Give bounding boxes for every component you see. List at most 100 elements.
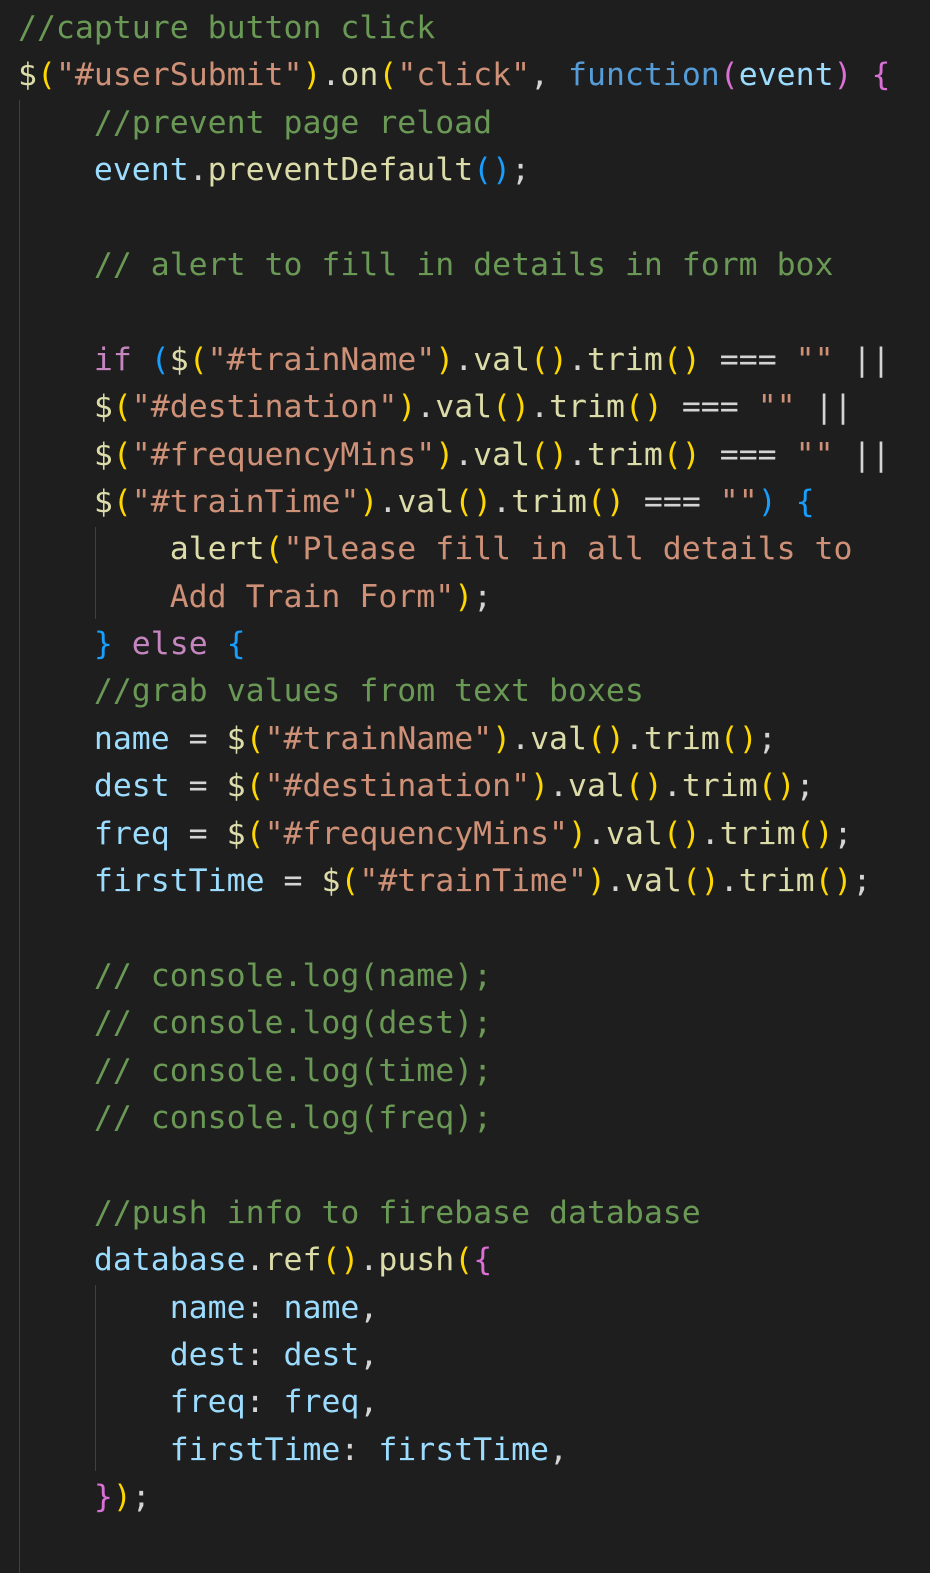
code-token: . [530, 389, 550, 426]
code-token: "" [795, 436, 834, 473]
code-line[interactable]: }); [18, 1474, 890, 1521]
code-token: === [700, 436, 796, 473]
code-token: . [492, 483, 512, 520]
code-line[interactable]: $("#frequencyMins").val().trim() === "" … [18, 432, 891, 479]
code-token: $ [93, 389, 113, 426]
code-line[interactable]: $("#userSubmit").on("click", function(ev… [18, 52, 890, 99]
code-token: $ [321, 863, 341, 900]
code-token: ) [435, 341, 455, 378]
code-token: ) [568, 815, 587, 852]
code-token: ; [473, 578, 493, 615]
code-line[interactable] [18, 195, 890, 242]
code-token: firstTime [169, 1431, 341, 1468]
code-line[interactable]: //grab values from text boxes [18, 668, 890, 715]
code-line[interactable]: Add Train Form"); [18, 574, 890, 621]
code-token: () [681, 863, 720, 900]
code-line[interactable]: freq: freq, [18, 1379, 890, 1426]
code-token: val [397, 483, 455, 520]
code-token: ( [112, 483, 132, 520]
code-token: ) [359, 483, 379, 520]
code-line[interactable]: event.preventDefault(); [18, 147, 890, 194]
code-token: = [169, 815, 227, 852]
code-line[interactable]: if ($("#trainName").val().trim() === "" … [18, 337, 891, 384]
code-line[interactable]: // alert to fill in details in form box [18, 242, 890, 289]
code-token: "#frequencyMins" [264, 815, 568, 852]
code-line[interactable]: // console.log(freq); [18, 1095, 890, 1142]
code-line[interactable]: firstTime = $("#trainTime").val().trim()… [18, 858, 890, 905]
code-token: val [568, 768, 625, 805]
code-line[interactable]: // console.log(dest); [18, 1000, 890, 1047]
code-token: ) [586, 863, 606, 900]
code-token: { [871, 57, 891, 94]
code-line[interactable]: firstTime: firstTime, [18, 1427, 890, 1474]
code-token: () [795, 815, 834, 852]
code-token: ; [511, 152, 531, 189]
code-token: . [586, 815, 606, 852]
code-line[interactable] [18, 1522, 890, 1569]
code-line[interactable]: freq = $("#frequencyMins").val().trim(); [18, 811, 890, 858]
code-token: . [662, 768, 682, 805]
code-token: . [549, 768, 569, 805]
code-token: . [568, 436, 587, 473]
code-line[interactable]: //capture button click [18, 5, 890, 52]
code-line[interactable]: dest: dest, [18, 1332, 890, 1379]
code-token: on [340, 57, 379, 94]
code-line[interactable]: dest = $("#destination").val().trim(); [18, 763, 890, 810]
code-token: name [169, 1289, 246, 1326]
code-token: = [264, 863, 322, 900]
code-line[interactable]: // console.log(time); [18, 1048, 890, 1095]
code-token: ; [131, 1479, 151, 1516]
code-token: ( [340, 863, 360, 900]
code-line[interactable]: name = $("#trainName").val().trim(); [18, 716, 890, 763]
code-line[interactable] [18, 905, 890, 952]
code-token: "#trainName" [264, 720, 493, 757]
code-token: ; [795, 768, 815, 805]
code-token: "#trainTime" [359, 863, 587, 900]
code-token: "" [795, 341, 834, 378]
code-token: firstTime [93, 863, 265, 900]
code-token: freq [283, 1384, 360, 1421]
code-token: name [283, 1289, 360, 1326]
code-line[interactable]: alert("Please fill in all details to [18, 526, 890, 573]
code-line[interactable]: $("#trainTime").val().trim() === "") { [18, 479, 890, 526]
code-token: . [245, 1242, 265, 1279]
code-token: trim [587, 341, 663, 378]
code-token: // console.log(freq); [18, 1099, 493, 1136]
code-line[interactable]: $("#destination").val().trim() === "" || [18, 384, 890, 431]
code-line[interactable]: name: name, [18, 1285, 890, 1332]
code-token: "#destination" [131, 389, 398, 426]
code-line[interactable]: } else { [18, 621, 890, 668]
code-token: val [435, 389, 493, 426]
code-token: . [378, 483, 398, 520]
code-token: () [624, 389, 663, 426]
code-line[interactable]: database.ref().push({ [18, 1237, 890, 1284]
code-lines[interactable]: //capture button click $("#userSubmit").o… [18, 5, 890, 1569]
code-line[interactable]: // console.log(name); [18, 953, 890, 1000]
code-line[interactable] [18, 1142, 890, 1189]
code-token: . [700, 815, 720, 852]
code-token: . [511, 720, 531, 757]
code-token: () [454, 483, 493, 520]
code-token: ; [757, 720, 777, 757]
code-line[interactable] [18, 289, 890, 336]
code-token: trim [719, 815, 796, 852]
code-token: // console.log(time); [18, 1052, 493, 1089]
code-token: "#trainTime" [131, 483, 360, 520]
code-token: event [738, 57, 834, 94]
code-token: $ [226, 815, 246, 852]
code-line[interactable]: //push info to firebase database [18, 1190, 890, 1237]
code-token: ( [378, 57, 398, 94]
code-token: trim [549, 389, 625, 426]
code-line[interactable]: //prevent page reload [18, 100, 890, 147]
code-editor[interactable]: //capture button click $("#userSubmit").o… [0, 0, 930, 1573]
code-token: // console.log(name); [18, 957, 493, 994]
code-token: else [131, 626, 208, 663]
